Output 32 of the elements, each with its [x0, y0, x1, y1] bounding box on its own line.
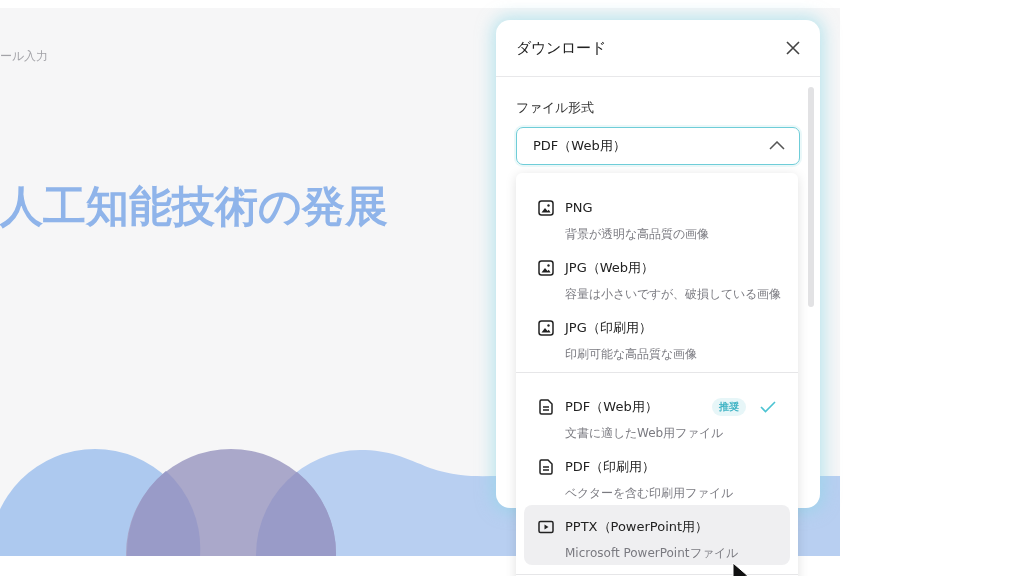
image-icon	[538, 199, 554, 216]
format-option[interactable]: JPG（印刷用） 印刷可能な高品質な画像	[524, 306, 790, 366]
image-icon	[538, 320, 554, 336]
format-option[interactable]: JPG（Web用） 容量は小さいですが、破損している画像	[524, 246, 790, 306]
option-description: 文書に適したWeb用ファイル	[565, 425, 725, 442]
close-icon[interactable]	[784, 39, 802, 57]
field-label: ファイル形式	[516, 99, 595, 117]
document-icon	[538, 459, 554, 475]
option-description: 印刷可能な高品質な画像	[565, 346, 698, 363]
image-icon	[538, 260, 554, 276]
format-option[interactable]: PDF（Web用） 推奨 文書に適したWeb用ファイル	[524, 385, 790, 445]
chevron-icon	[769, 141, 785, 151]
option-label: PDF（印刷用）	[565, 458, 657, 476]
option-description: 背景が透明な高品質の画像	[565, 225, 710, 243]
slide-placeholder-text: ール入力	[0, 48, 48, 64]
option-description: ベクターを含む印刷用ファイル	[565, 485, 734, 502]
option-label: PNG	[565, 200, 594, 215]
play-icon	[538, 519, 554, 535]
option-label: PDF（Web用）	[565, 398, 659, 416]
scrollbar[interactable]	[808, 87, 814, 307]
format-option[interactable]: PNG 背景が透明な高品質の画像	[524, 186, 790, 246]
option-description: Microsoft PowerPointファイル	[565, 545, 739, 562]
option-label: JPG（Web用）	[565, 259, 656, 277]
option-label: PPTX（PowerPoint用）	[565, 518, 710, 536]
format-option[interactable]: PDF（印刷用） ベクターを含む印刷用ファイル	[524, 445, 790, 505]
recommended-badge: 推奨	[712, 398, 746, 416]
file-format-select[interactable]: PDF（Web用）	[516, 127, 800, 165]
dialog-title: ダウンロード	[516, 38, 606, 58]
option-label: JPG（印刷用）	[565, 319, 653, 337]
format-option[interactable]: PPTX（PowerPoint用） Microsoft PowerPointファイル	[524, 505, 790, 565]
option-description: 容量は小さいですが、破損している画像	[565, 286, 782, 303]
document-icon	[538, 399, 554, 415]
